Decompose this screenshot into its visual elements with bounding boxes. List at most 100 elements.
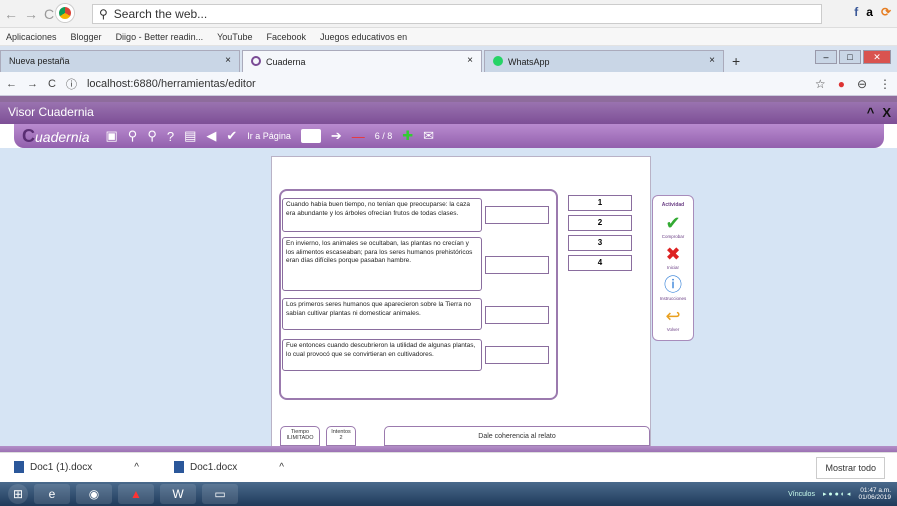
page-number-input[interactable]	[300, 129, 321, 143]
activity-status: Tiempo ILIMITADO Intentos 2 Dale coherenci…	[274, 426, 652, 446]
previous-icon[interactable]: ◀	[206, 128, 216, 144]
go-icon[interactable]: ➔	[331, 128, 342, 144]
reload-icon[interactable]: C	[48, 78, 56, 90]
chevron-up-icon[interactable]: ^	[279, 462, 284, 473]
bookmark-youtube[interactable]: YouTube	[217, 32, 252, 42]
collapse-icon[interactable]: ^	[867, 105, 875, 120]
chevron-up-icon[interactable]: ^	[134, 462, 139, 473]
help-icon[interactable]: ?	[167, 129, 174, 144]
word-icon[interactable]: W	[160, 484, 196, 504]
start-button-icon[interactable]: ⊞	[8, 484, 28, 504]
instruction-box: Dale coherencia al relato	[384, 426, 650, 446]
info-button[interactable]: ⓘ	[660, 274, 686, 296]
facebook-icon[interactable]: f	[854, 5, 858, 19]
statement-3[interactable]: Los primeros seres humanos que aparecier…	[282, 298, 482, 330]
close-icon[interactable]: X	[882, 105, 891, 120]
url-field[interactable]: localhost:6880/herramientas/editor	[87, 78, 256, 90]
number-tile-2[interactable]: 2	[568, 215, 632, 231]
check-icon[interactable]: ✔	[226, 128, 237, 144]
tray-icons[interactable]: ▸ ● ● ◐ ◂	[823, 490, 851, 498]
zoom-out-icon[interactable]: ⚲	[147, 128, 157, 144]
chrome-icon[interactable]: ◉	[76, 484, 112, 504]
explorer-icon[interactable]: ▭	[202, 484, 238, 504]
add-page-icon[interactable]: ✚	[402, 128, 413, 144]
whatsapp-icon	[493, 56, 503, 66]
tab-strip: Nueva pestaña × Cuaderna × WhatsApp × +	[0, 46, 897, 72]
page-counter: 6 / 8	[374, 131, 393, 141]
chrome-logo-icon[interactable]	[56, 4, 74, 22]
amazon-icon[interactable]: a	[866, 5, 873, 19]
check-button[interactable]: ✔	[660, 212, 686, 234]
system-tray: Vínculos ▸ ● ● ◐ ◂ 01:47 a.m. 01/06/2019	[788, 487, 891, 501]
answer-slot-4[interactable]	[485, 346, 549, 364]
bookmark-blogger[interactable]: Blogger	[71, 32, 102, 42]
cuadernia-logo: Cuadernia	[22, 125, 90, 146]
profile-icon[interactable]: ⊖	[857, 77, 867, 91]
address-right-icons: ☆ ● ⊖ ⋮	[815, 77, 891, 91]
tab-cuadernia[interactable]: Cuaderna ×	[242, 50, 482, 72]
close-icon[interactable]: ×	[225, 55, 231, 66]
ie-icon[interactable]: e	[34, 484, 70, 504]
maximize-button[interactable]: □	[839, 50, 861, 64]
tab-whatsapp[interactable]: WhatsApp ×	[484, 50, 724, 72]
print-icon[interactable]: ▤	[184, 128, 196, 144]
back-button[interactable]: ↩	[660, 305, 686, 327]
outer-nav-icons[interactable]: ←→C	[4, 6, 60, 22]
sync-icon[interactable]: ⟳	[881, 5, 891, 19]
acrobat-icon[interactable]: ▲	[118, 484, 154, 504]
menu-icon[interactable]: ⋮	[879, 77, 891, 91]
time-box: Tiempo ILIMITADO	[280, 426, 320, 446]
statement-1[interactable]: Cuando había buen tiempo, no tenían que …	[282, 198, 482, 232]
back-icon[interactable]: ←	[6, 78, 17, 90]
attempts-box: Intentos 2	[326, 426, 356, 446]
remove-page-icon[interactable]: —	[352, 129, 365, 144]
close-icon[interactable]: ×	[467, 55, 473, 66]
bookmarks-bar: Aplicaciones Blogger Diigo - Better read…	[0, 28, 897, 46]
windows-taskbar: ⊞ e ◉ ▲ W ▭ Vínculos ▸ ● ● ◐ ◂ 01:47 a.m…	[0, 482, 897, 506]
outer-search-input[interactable]: ⚲ Search the web...	[92, 4, 822, 24]
forward-icon[interactable]: →	[27, 78, 38, 90]
word-doc-icon	[14, 461, 24, 473]
info-icon: ⓘ	[65, 78, 77, 91]
number-tile-3[interactable]: 3	[568, 235, 632, 251]
clock: 01:47 a.m. 01/06/2019	[858, 487, 891, 501]
reset-button[interactable]: ✖	[660, 243, 686, 265]
answer-slot-3[interactable]	[485, 306, 549, 324]
new-tab-button[interactable]: +	[732, 53, 740, 69]
bookmark-facebook[interactable]: Facebook	[266, 32, 306, 42]
activity-sidebar: Actividad ✔ Comprobar ✖ Iniciar ⓘ Instru…	[652, 195, 694, 341]
bookmark-diigo[interactable]: Diigo - Better readin...	[116, 32, 204, 42]
tab-new[interactable]: Nueva pestaña ×	[0, 50, 240, 72]
bookmark-juegos[interactable]: Juegos educativos en	[320, 32, 407, 42]
outer-browser-bar: ←→C ⚲ Search the web... f a ⟳	[0, 0, 897, 28]
monitor-icon[interactable]: ▣	[106, 128, 118, 144]
show-all-button[interactable]: Mostrar todo	[816, 457, 885, 479]
close-window-button[interactable]: ✕	[863, 50, 891, 64]
address-bar: ← → C ⓘ localhost:6880/herramientas/edit…	[0, 72, 897, 96]
cuadernia-icon	[251, 56, 261, 66]
download-item-1[interactable]: Doc1 (1).docx ^	[14, 461, 139, 473]
answer-slot-1[interactable]	[485, 206, 549, 224]
sidebar-title: Actividad	[661, 202, 685, 208]
outer-right-icons: f a ⟳	[854, 5, 891, 19]
zoom-in-icon[interactable]: ⚲	[128, 128, 138, 144]
extension-icon[interactable]: ●	[838, 77, 845, 91]
statement-4[interactable]: Fue entonces cuando descubrieron la util…	[282, 339, 482, 371]
download-item-2[interactable]: Doc1.docx ^	[174, 461, 284, 473]
number-tile-4[interactable]: 4	[568, 255, 632, 271]
app-toolbar: Cuadernia ▣ ⚲ ⚲ ? ▤ ◀ ✔ Ir a Página ➔ — …	[14, 124, 884, 148]
statement-2[interactable]: En invierno, los animales se ocultaban, …	[282, 237, 482, 291]
search-icon: ⚲	[99, 7, 108, 21]
goto-label: Ir a Página	[247, 131, 291, 141]
app-title: Visor Cuadernia	[8, 105, 94, 119]
app-titlebar: Visor Cuadernia ^ X	[0, 102, 897, 124]
minimize-button[interactable]: –	[815, 50, 837, 64]
answer-slot-2[interactable]	[485, 256, 549, 274]
close-icon[interactable]: ×	[709, 55, 715, 66]
word-doc-icon	[174, 461, 184, 473]
export-icon[interactable]: ✉	[423, 128, 434, 144]
number-tile-1[interactable]: 1	[568, 195, 632, 211]
bookmark-apps[interactable]: Aplicaciones	[6, 32, 57, 42]
downloads-bar: Doc1 (1).docx ^ Doc1.docx ^ Mostrar todo	[0, 452, 897, 482]
star-icon[interactable]: ☆	[815, 77, 826, 91]
